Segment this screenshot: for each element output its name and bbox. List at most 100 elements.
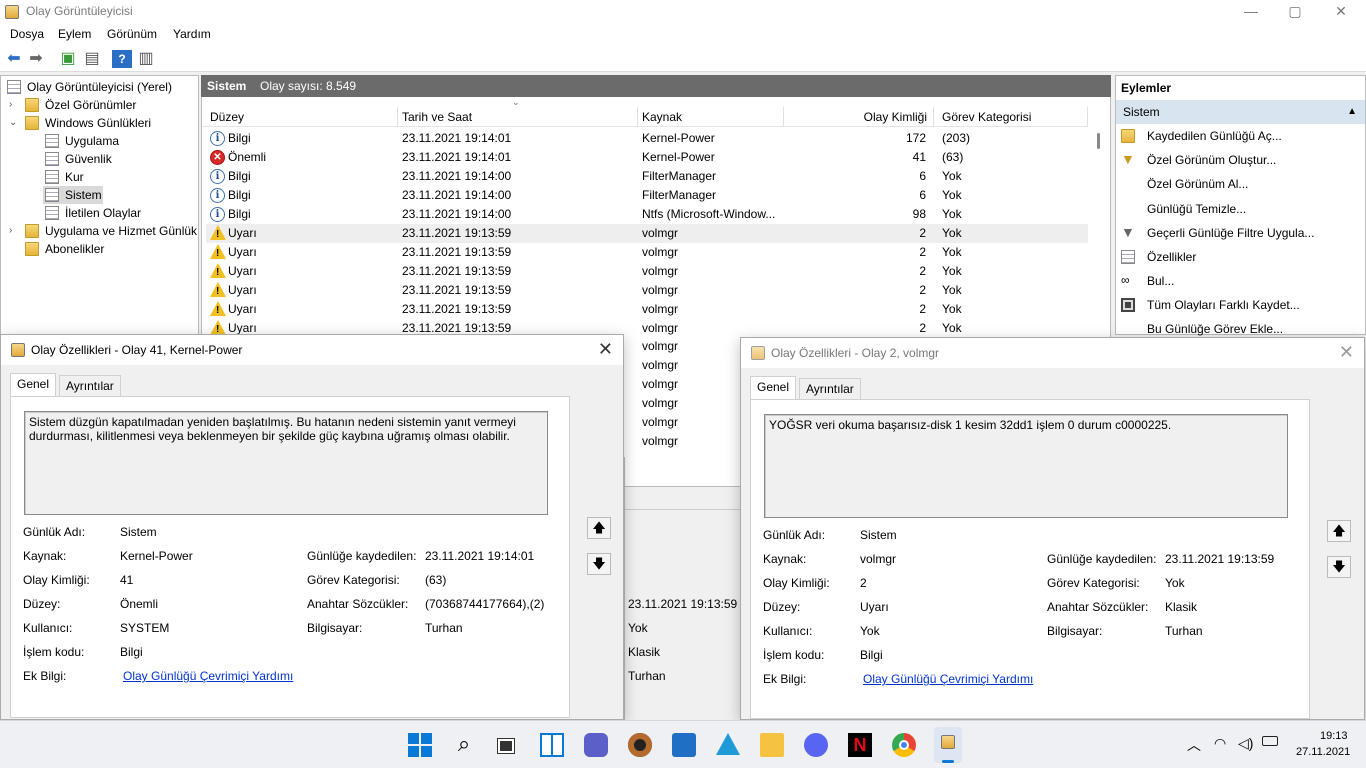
cell-source: volmgr <box>642 302 679 316</box>
cell-id: 6 <box>919 188 926 202</box>
table-row[interactable]: i Bilgi 23.11.2021 19:14:01 Kernel-Power 172… <box>206 129 1088 148</box>
clock-time[interactable]: 19:13 <box>1320 730 1348 742</box>
field-label: Kaynak: <box>23 549 67 563</box>
event-description[interactable]: Sistem düzgün kapatılmadan yeniden başla… <box>24 411 548 515</box>
table-row[interactable]: i Bilgi 23.11.2021 19:14:00 FilterManager 6 Y… <box>206 167 1088 186</box>
battery-icon[interactable] <box>1262 736 1278 746</box>
search-icon[interactable]: ⌕ <box>452 733 476 757</box>
action-label: Tüm Olayları Farklı Kaydet... <box>1147 298 1300 312</box>
minimize-button[interactable]: — <box>1228 0 1274 24</box>
scrollbar-thumb[interactable] <box>1097 133 1100 149</box>
column-datetime[interactable]: Tarih ve Saat <box>402 107 638 127</box>
maximize-button[interactable]: ▢ <box>1272 0 1318 24</box>
table-row[interactable]: i Bilgi 23.11.2021 19:14:00 FilterManager 6 Y… <box>206 186 1088 205</box>
table-row[interactable]: i Bilgi 23.11.2021 19:14:00 Ntfs (Microsoft… <box>206 205 1088 224</box>
dialog-title: Olay Özellikleri - Olay 41, Kernel-Power <box>31 343 243 357</box>
volume-icon[interactable]: ◁) <box>1238 735 1253 752</box>
previous-event-arrow-icon[interactable]: 🡅 <box>1327 520 1351 542</box>
task-view-icon[interactable] <box>496 733 520 757</box>
collapse-triangle-icon[interactable]: ▲ <box>1347 100 1357 124</box>
tree-item-app-service-logs[interactable]: › Uygulama ve Hizmet Günlük <box>9 222 197 240</box>
tree-item-root[interactable]: Olay Görüntüleyicisi (Yerel) <box>5 78 195 96</box>
menu-gorunum[interactable]: Görünüm <box>107 27 157 41</box>
table-row[interactable]: Uyarı 23.11.2021 19:13:59 volmgr 2 Yok <box>206 281 1088 300</box>
table-row[interactable]: Uyarı 23.11.2021 19:13:59 volmgr 2 Yok <box>206 243 1088 262</box>
media-icon[interactable] <box>628 733 652 757</box>
help-icon[interactable]: ? <box>112 50 132 68</box>
tree-item-security[interactable]: Güvenlik <box>43 150 193 168</box>
field-value: (70368744177664),(2) <box>425 597 545 611</box>
tray-chevron-icon[interactable]: ︿ <box>1187 735 1201 755</box>
menu-dosya[interactable]: Dosya <box>10 27 44 41</box>
action-label: Özel Görünüm Al... <box>1147 177 1249 191</box>
dialog-close-button[interactable]: ✕ <box>1339 342 1354 363</box>
widgets-icon[interactable] <box>540 733 564 757</box>
tab-general[interactable]: Genel <box>750 376 797 400</box>
cell-source: volmgr <box>642 264 679 278</box>
warning-icon <box>210 263 226 280</box>
column-level[interactable]: Düzey <box>210 107 398 127</box>
column-source[interactable]: Kaynak <box>642 107 784 127</box>
tree-item-custom-views[interactable]: › Özel Görünümler <box>9 96 195 114</box>
table-row[interactable]: Uyarı 23.11.2021 19:13:59 volmgr 2 Yok <box>206 224 1088 243</box>
chevron-right-icon[interactable]: › <box>9 222 19 240</box>
taskbar: ⌕ N ︿ ◠ ◁) 19:13 27.11.2021 <box>0 720 1366 768</box>
online-help-link[interactable]: Olay Günlüğü Çevrimiçi Yardımı <box>123 669 293 683</box>
binoculars-icon: ∞ <box>1121 273 1130 287</box>
event-viewer-taskbar-button[interactable] <box>934 727 962 763</box>
close-button[interactable]: ✕ <box>1318 0 1364 24</box>
warning-icon <box>210 282 226 299</box>
tree-item-windows-logs[interactable]: ⌄ Windows Günlükleri <box>9 114 195 132</box>
azure-icon[interactable] <box>716 733 740 755</box>
field-label: Bilgisayar: <box>1047 624 1103 638</box>
store-icon[interactable] <box>672 733 696 757</box>
tab-details[interactable]: Ayrıntılar <box>59 375 121 397</box>
tree-item-forwarded-events[interactable]: İletilen Olaylar <box>43 204 193 222</box>
back-arrow-icon[interactable]: ⬅ <box>4 50 24 68</box>
tab-general[interactable]: Genel <box>10 373 57 397</box>
discord-icon[interactable] <box>804 733 828 757</box>
column-task-category[interactable]: Görev Kategorisi <box>942 107 1088 127</box>
chrome-icon[interactable] <box>892 733 916 757</box>
event-description[interactable]: YOĞSR veri okuma başarısız-disk 1 kesim … <box>764 414 1288 518</box>
wifi-icon[interactable]: ◠ <box>1214 735 1226 752</box>
field-value: 23.11.2021 19:13:59 <box>1165 552 1275 566</box>
forward-arrow-icon[interactable]: ➡ <box>26 50 46 68</box>
tab-details[interactable]: Ayrıntılar <box>799 378 861 400</box>
field-label: Günlük Adı: <box>23 525 86 539</box>
cell-source: volmgr <box>642 321 679 335</box>
table-row[interactable]: ✕ Önemli 23.11.2021 19:14:01 Kernel-Power 41… <box>206 148 1088 167</box>
field-value: Turhan <box>1165 624 1203 638</box>
start-icon[interactable] <box>408 733 432 757</box>
cell-level: Bilgi <box>228 188 251 202</box>
tree-item-application[interactable]: Uygulama <box>43 132 193 150</box>
tree-item-subscriptions[interactable]: Abonelikler <box>9 240 195 258</box>
event-properties-dialog-41: Olay Özellikleri - Olay 41, Kernel-Power… <box>0 334 624 720</box>
table-row[interactable]: Uyarı 23.11.2021 19:13:59 volmgr 2 Yok <box>206 300 1088 319</box>
chat-icon[interactable] <box>584 733 608 757</box>
online-help-link[interactable]: Olay Günlüğü Çevrimiçi Yardımı <box>863 672 1033 686</box>
clock-date[interactable]: 27.11.2021 <box>1296 746 1350 758</box>
actions-section-system[interactable]: Sistem ▲ <box>1116 100 1365 124</box>
netflix-icon[interactable]: N <box>848 733 872 757</box>
explorer-icon[interactable] <box>760 733 784 757</box>
column-event-id[interactable]: Olay Kimliği <box>786 107 934 127</box>
chevron-right-icon[interactable]: › <box>9 96 19 114</box>
list-scrollbar[interactable] <box>1091 100 1109 330</box>
log-icon <box>45 152 59 166</box>
field-value: Bilgi <box>860 648 883 662</box>
cell-level: Uyarı <box>228 302 257 316</box>
show-hide-tree-icon[interactable]: ▤ <box>82 50 102 68</box>
menu-yardim[interactable]: Yardım <box>173 27 211 41</box>
chevron-down-icon[interactable]: ⌄ <box>9 114 19 132</box>
tree-item-system[interactable]: Sistem <box>43 186 103 204</box>
menu-eylem[interactable]: Eylem <box>58 27 91 41</box>
show-hide-action-icon[interactable]: ▥ <box>136 50 156 68</box>
tree-item-setup[interactable]: Kur <box>43 168 193 186</box>
dialog-close-button[interactable]: ✕ <box>598 339 613 360</box>
previous-event-arrow-icon[interactable]: 🡅 <box>587 517 611 539</box>
table-row[interactable]: Uyarı 23.11.2021 19:13:59 volmgr 2 Yok <box>206 262 1088 281</box>
up-folder-icon[interactable]: ▣ <box>58 50 78 68</box>
next-event-arrow-icon[interactable]: 🡇 <box>1327 556 1351 578</box>
next-event-arrow-icon[interactable]: 🡇 <box>587 553 611 575</box>
